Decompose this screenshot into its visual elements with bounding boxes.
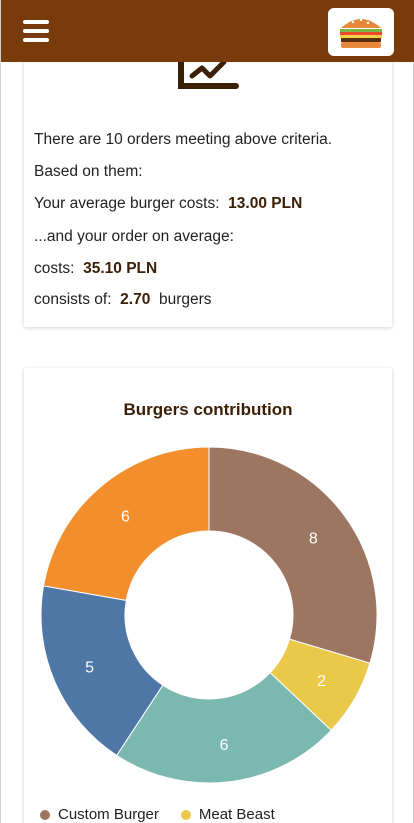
orders-count-text: There are 10 orders meeting above criter… [34, 131, 333, 148]
costs-label: costs: [34, 260, 75, 277]
donut-slice-label-0: 8 [309, 530, 318, 547]
order-consists-row: consists of: 2.70 burgers [34, 291, 212, 309]
donut-chart: 8 2 6 5 6 [40, 446, 378, 784]
chart-trend-icon [178, 58, 239, 89]
order-statistics-card: There are 10 orders meeting above criter… [24, 40, 392, 327]
consists-value: 2.70 [120, 291, 151, 308]
chart-legend: Custom Burger Meat Beast [40, 806, 275, 823]
burger-logo-icon [340, 18, 382, 48]
legend-item-1[interactable]: Meat Beast [180, 806, 275, 823]
based-on-text: Based on them: [34, 163, 143, 180]
top-navbar [1, 0, 414, 62]
order-average-text: ...and your order on average: [34, 228, 234, 245]
legend-label-0: Custom Burger [58, 806, 159, 823]
donut-slice-label-3: 5 [85, 659, 94, 676]
donut-slice-label-4: 6 [121, 508, 130, 525]
legend-item-0[interactable]: Custom Burger [40, 806, 159, 823]
consists-label: consists of: [34, 291, 112, 308]
avg-burger-label: Your average burger costs: [34, 195, 220, 212]
costs-value: 35.10 PLN [83, 260, 158, 277]
legend-label-1: Meat Beast [198, 806, 275, 823]
legend-dot-0 [40, 809, 50, 820]
order-costs-row: costs: 35.10 PLN [34, 260, 157, 278]
legend-dot-1 [180, 809, 191, 820]
avg-burger-cost-row: Your average burger costs: 13.00 PLN [34, 195, 302, 213]
hamburger-menu-icon[interactable] [23, 20, 49, 44]
burger-logo-button[interactable] [328, 8, 394, 56]
avg-burger-value: 13.00 PLN [228, 195, 303, 212]
donut-slice-label-1: 2 [317, 673, 326, 690]
donut-slice-0[interactable] [208, 446, 378, 664]
donut-slice-label-2: 6 [220, 737, 229, 754]
consists-unit: burgers [158, 291, 212, 308]
burgers-contribution-card: Burgers contribution 82656 Custom Burger… [24, 368, 392, 823]
